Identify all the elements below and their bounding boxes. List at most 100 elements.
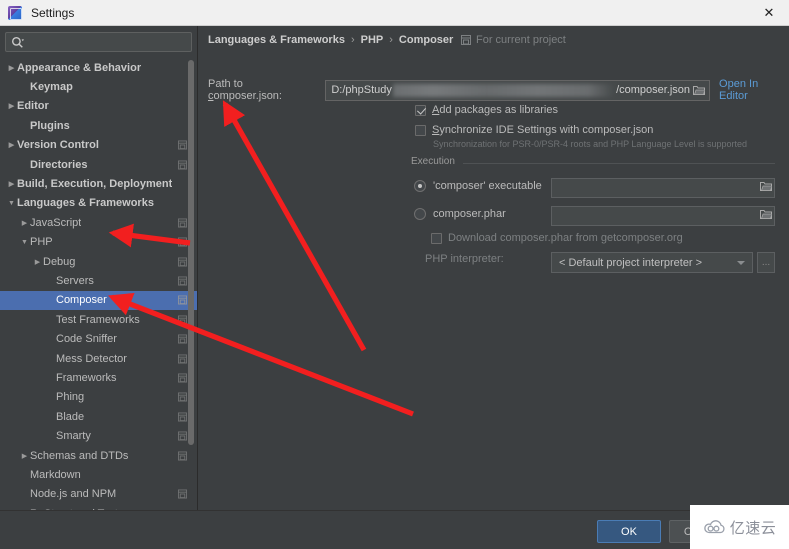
path-value-prefix: D:/phpStudy [331, 84, 392, 96]
breadcrumb-part-languages[interactable]: Languages & Frameworks [208, 34, 345, 46]
add-packages-checkbox-row[interactable]: Add packages as libraries [415, 104, 558, 116]
project-icon [461, 35, 471, 45]
breadcrumb: Languages & Frameworks › PHP › Composer [208, 34, 453, 46]
chevron-right-icon[interactable]: ▶ [6, 102, 17, 110]
search-input[interactable] [24, 34, 191, 50]
sidebar-item-label: Languages & Frameworks [17, 197, 154, 209]
sidebar-item-code-sniffer[interactable]: Code Sniffer [0, 329, 197, 348]
chevron-down-icon[interactable]: ▼ [19, 239, 30, 246]
chevron-right-icon[interactable]: ▶ [6, 180, 17, 188]
project-scope-icon [178, 451, 187, 460]
chevron-right-icon[interactable]: ▶ [32, 258, 43, 266]
sidebar-item-label: Phing [56, 391, 84, 403]
composer-executable-radio[interactable] [414, 180, 426, 192]
sidebar-item-label: Debug [43, 256, 75, 268]
sidebar-item-label: Servers [56, 275, 94, 287]
sidebar-item-schemas-and-dtds[interactable]: ▶Schemas and DTDs [0, 446, 197, 465]
sidebar-item-debug[interactable]: ▶Debug [0, 252, 197, 271]
composer-phar-path-input[interactable] [551, 206, 775, 226]
download-composer-phar-label: Download composer.phar from getcomposer.… [448, 232, 683, 244]
sidebar-item-frameworks[interactable]: Frameworks [0, 368, 197, 387]
sidebar-item-plugins[interactable]: Plugins [0, 116, 197, 135]
phpstorm-icon [8, 6, 22, 20]
sidebar-item-editor[interactable]: ▶Editor [0, 97, 197, 116]
download-composer-phar-checkbox-row[interactable]: Download composer.phar from getcomposer.… [431, 232, 683, 244]
sidebar-item-test-frameworks[interactable]: Test Frameworks [0, 310, 197, 329]
project-scope-icon [178, 257, 187, 266]
ok-button[interactable]: OK [597, 520, 661, 543]
sidebar-scrollbar-thumb[interactable] [188, 60, 194, 445]
sidebar-item-label: Frameworks [56, 372, 117, 384]
sidebar-item-label: Blade [56, 411, 84, 423]
breadcrumb-separator: › [389, 34, 393, 46]
sidebar-item-javascript[interactable]: ▶JavaScript [0, 213, 197, 232]
synchronize-ide-settings-checkbox-row[interactable]: Synchronize IDE Settings with composer.j… [415, 124, 653, 136]
breadcrumb-part-composer: Composer [399, 34, 453, 46]
sidebar-item-label: Test Frameworks [56, 314, 140, 326]
download-composer-phar-checkbox[interactable] [431, 233, 442, 244]
synchronize-ide-settings-checkbox[interactable] [415, 125, 426, 136]
title-bar: Settings ✕ [0, 0, 789, 26]
sidebar-scrollbar[interactable] [188, 60, 194, 450]
path-value-redacted [393, 84, 615, 97]
search-box[interactable] [5, 32, 192, 52]
sidebar-item-mess-detector[interactable]: Mess Detector [0, 349, 197, 368]
sidebar-item-label: Plugins [30, 120, 70, 132]
chevron-right-icon[interactable]: ▶ [6, 141, 17, 149]
search-wrapper [0, 26, 197, 57]
sidebar-item-label: Mess Detector [56, 353, 127, 365]
cloud-icon [703, 519, 727, 536]
project-scope-icon [178, 296, 187, 305]
chevron-down-icon[interactable]: ▼ [6, 200, 17, 207]
project-scope-icon [178, 238, 187, 247]
sidebar-item-keymap[interactable]: Keymap [0, 77, 197, 96]
composer-json-path-row: Path to composer.json: D:/phpStudy /comp… [208, 78, 789, 102]
sidebar-item-label: Node.js and NPM [30, 488, 116, 500]
php-interpreter-value: < Default project interpreter > [559, 257, 702, 269]
composer-executable-radio-row[interactable]: 'composer' executable [414, 180, 542, 192]
sidebar-item-appearance-behavior[interactable]: ▶Appearance & Behavior [0, 58, 197, 77]
php-interpreter-select[interactable]: < Default project interpreter > [551, 252, 753, 273]
breadcrumb-part-php[interactable]: PHP [361, 34, 384, 46]
settings-dialog-body: ▶Appearance & Behavior Keymap ▶Editor Plugi… [0, 26, 789, 549]
dialog-button-bar: OK Cancel [0, 510, 789, 549]
project-scope-icon [178, 412, 187, 421]
composer-executable-path-input[interactable] [551, 178, 775, 198]
php-interpreter-ellipsis-button[interactable]: ... [757, 252, 775, 273]
sidebar-item-languages-frameworks[interactable]: ▼Languages & Frameworks [0, 194, 197, 213]
sidebar-item-smarty[interactable]: Smarty [0, 426, 197, 445]
sidebar-item-version-control[interactable]: ▶Version Control [0, 136, 197, 155]
settings-tree[interactable]: ▶Appearance & Behavior Keymap ▶Editor Plugi… [0, 58, 197, 517]
breadcrumb-separator: › [351, 34, 355, 46]
path-value-suffix: /composer.json [616, 84, 690, 96]
close-icon[interactable]: ✕ [749, 0, 789, 25]
project-scope-icon [178, 335, 187, 344]
open-in-editor-link[interactable]: Open In Editor [719, 78, 789, 102]
sidebar-item-label: Build, Execution, Deployment [17, 178, 172, 190]
sidebar-item-servers[interactable]: Servers [0, 271, 197, 290]
sidebar-item-directories[interactable]: Directories [0, 155, 197, 174]
sidebar-item-blade[interactable]: Blade [0, 407, 197, 426]
composer-json-path-input[interactable]: D:/phpStudy /composer.json [325, 80, 710, 101]
composer-phar-radio-row[interactable]: composer.phar [414, 208, 506, 220]
folder-icon[interactable] [760, 209, 772, 223]
add-packages-label: Add packages as libraries [432, 104, 558, 116]
sidebar-item-label: Composer [56, 294, 107, 306]
chevron-right-icon[interactable]: ▶ [19, 219, 30, 227]
folder-icon[interactable] [690, 81, 707, 100]
folder-icon[interactable] [760, 181, 772, 195]
sidebar-item-node-js-and-npm[interactable]: Node.js and NPM [0, 485, 197, 504]
sidebar-item-composer[interactable]: Composer [0, 291, 197, 310]
sidebar-item-build-execution-deployment[interactable]: ▶Build, Execution, Deployment [0, 174, 197, 193]
project-scope-icon [178, 160, 187, 169]
sidebar-item-phing[interactable]: Phing [0, 388, 197, 407]
add-packages-checkbox[interactable] [415, 105, 426, 116]
composer-phar-radio[interactable] [414, 208, 426, 220]
sidebar-item-php[interactable]: ▼PHP [0, 233, 197, 252]
sidebar-item-markdown[interactable]: Markdown [0, 465, 197, 484]
sidebar-item-label: Keymap [30, 81, 73, 93]
chevron-right-icon[interactable]: ▶ [6, 64, 17, 72]
project-scope-icon [178, 276, 187, 285]
chevron-right-icon[interactable]: ▶ [19, 452, 30, 460]
project-scope-icon [178, 373, 187, 382]
